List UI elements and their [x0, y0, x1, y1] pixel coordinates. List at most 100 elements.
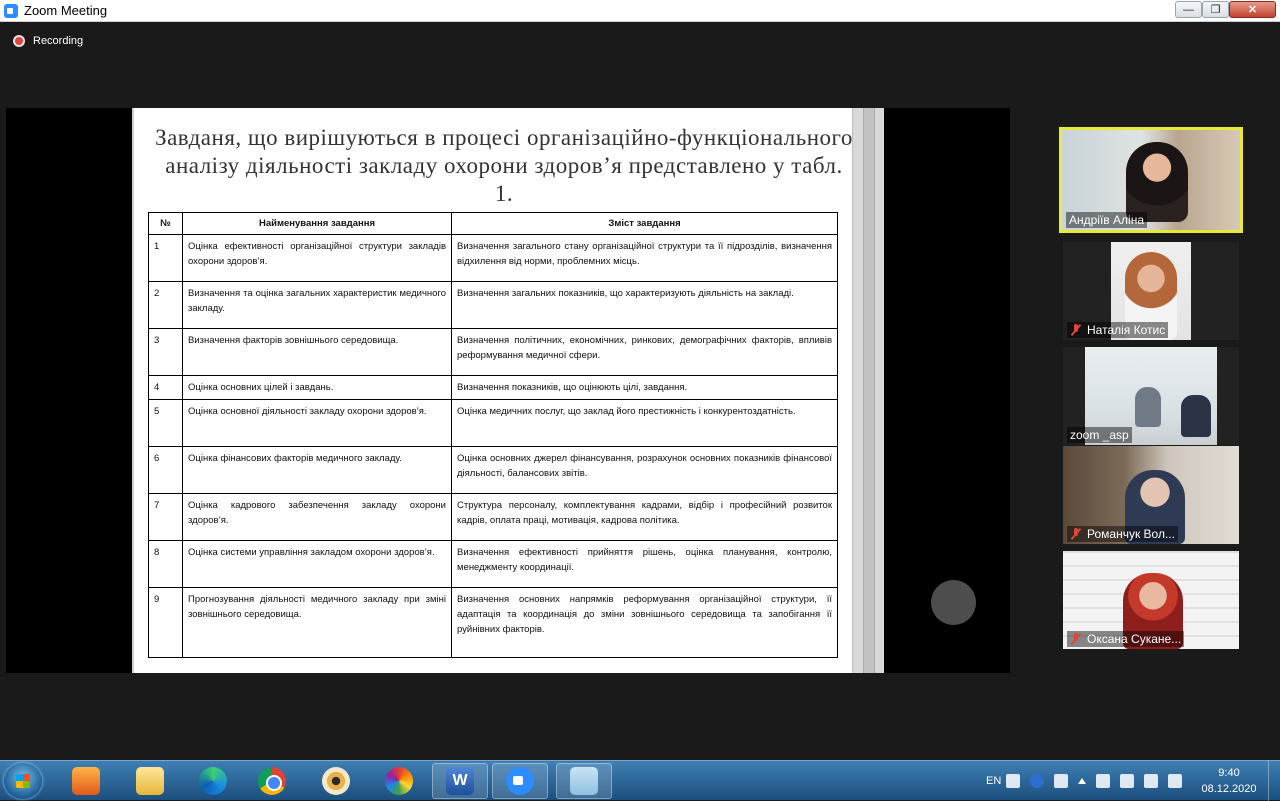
participant-figure [1181, 395, 1211, 437]
row-num: 2 [148, 281, 183, 329]
recording-indicator[interactable]: Recording [13, 35, 83, 47]
header-desc: Зміст завдання [451, 212, 838, 235]
row-name: Оцінка кадрового забезпечення закладу ох… [182, 493, 452, 541]
flag-icon[interactable] [1096, 774, 1111, 788]
participant-name: Наталія Котис [1067, 322, 1169, 338]
taskbar: W EN 9:40 08.12.2020 [0, 760, 1280, 801]
word-icon: W [446, 767, 474, 795]
header-name: Найменування завдання [182, 212, 452, 235]
row-desc: Визначення основних напрямків реформуван… [451, 587, 838, 658]
slide-title: Завданя, що вирішуються в процесі органі… [155, 125, 853, 206]
clock-time: 9:40 [1218, 767, 1240, 779]
table-row: 4 Оцінка основних цілей і завдань. Визна… [148, 375, 838, 400]
zoom-icon [506, 767, 534, 795]
row-desc: Визначення політичних, економічних, ринк… [451, 328, 838, 376]
zoom-app-icon [4, 3, 18, 18]
table-row: 6 Оцінка фінансових факторів медичного з… [148, 446, 838, 494]
table-row: 1 Оцінка ефективності організаційної стр… [148, 234, 838, 282]
mic-muted-icon [1070, 324, 1082, 336]
row-num: 3 [148, 328, 183, 376]
participant-tile-active[interactable]: Андріїв Аліна [1059, 127, 1243, 233]
participant-figure [1135, 387, 1161, 427]
close-button[interactable]: ✕ [1229, 1, 1276, 18]
taskbar-viewer[interactable] [308, 763, 364, 799]
participant-tile[interactable]: Романчук Вол... [1063, 446, 1239, 544]
row-desc: Визначення загального стану організаційн… [451, 234, 838, 282]
row-num: 1 [148, 234, 183, 282]
taskbar-zoom[interactable] [492, 763, 548, 799]
edge-icon [199, 767, 227, 795]
participant-figure [1126, 142, 1188, 222]
table-row: 9 Прогнозування діяльності медичного зак… [148, 587, 838, 658]
title-bar: Zoom Meeting [0, 0, 1280, 22]
participant-tile[interactable]: Оксана Сукане... [1063, 551, 1239, 649]
participant-name: Андріїв Аліна [1066, 212, 1147, 228]
participant-name: Романчук Вол... [1067, 526, 1178, 542]
row-desc: Структура персоналу, комплектування кадр… [451, 493, 838, 541]
eye-icon [322, 767, 350, 795]
pdf-tray-icon[interactable] [1006, 774, 1021, 788]
slide-page: Завданя, що вирішуються в процесі органі… [132, 108, 976, 673]
taskbar-explorer[interactable] [122, 763, 178, 799]
help-tray-icon[interactable] [1030, 774, 1045, 788]
pointer-highlight [931, 580, 976, 625]
row-desc: Визначення ефективності прийняття рішень… [451, 540, 838, 588]
row-num: 9 [148, 587, 183, 658]
row-num: 5 [148, 399, 183, 447]
clock-date: 08.12.2020 [1201, 783, 1257, 795]
minimize-button[interactable]: — [1175, 1, 1202, 18]
table-row: 3 Визначення факторів зовнішнього середо… [148, 328, 838, 376]
tasks-table: № Найменування завдання Зміст завдання 1… [148, 212, 838, 658]
header-num: № [148, 212, 183, 235]
row-name: Оцінка основної діяльності закладу охоро… [182, 399, 452, 447]
start-button[interactable] [4, 763, 42, 799]
participant-tile[interactable]: zoom _asp [1063, 347, 1239, 445]
row-num: 7 [148, 493, 183, 541]
row-num: 8 [148, 540, 183, 588]
row-desc: Оцінка медичних послуг, що заклад його п… [451, 399, 838, 447]
maximize-button[interactable]: ❐ [1202, 1, 1229, 18]
participant-name: Оксана Сукане... [1067, 631, 1185, 647]
participant-name: zoom _asp [1067, 427, 1132, 443]
row-name: Прогнозування діяльності медичного закла… [182, 587, 452, 658]
row-name: Оцінка ефективності організаційної струк… [182, 234, 452, 282]
shared-screen: Завданя, що вирішуються в процесі органі… [6, 108, 1010, 673]
meeting-area: Recording Завданя, що вирішуються в проц… [0, 22, 1280, 760]
row-name: Визначення та оцінка загальних характери… [182, 281, 452, 329]
network-icon[interactable] [1168, 774, 1183, 788]
row-name: Визначення факторів зовнішнього середови… [182, 328, 452, 376]
row-name: Оцінка фінансових факторів медичного зак… [182, 446, 452, 494]
row-desc: Визначення показників, що оцінюють цілі,… [451, 375, 838, 400]
table-row: 5 Оцінка основної діяльності закладу охо… [148, 399, 838, 447]
taskbar-word[interactable]: W [432, 763, 488, 799]
mic-muted-icon [1070, 633, 1082, 645]
language-indicator[interactable]: EN [986, 775, 1001, 787]
input-tray-icon[interactable] [1054, 774, 1069, 788]
row-name: Оцінка основних цілей і завдань. [182, 375, 452, 400]
participant-tile[interactable]: Наталія Котис [1063, 242, 1239, 340]
show-desktop-button[interactable] [1268, 761, 1280, 801]
taskbar-edge[interactable] [185, 763, 241, 799]
mic-muted-icon [1070, 528, 1082, 540]
chevron-up-icon[interactable] [1078, 778, 1087, 784]
taskbar-media-player[interactable] [58, 763, 114, 799]
taskbar-colors[interactable] [371, 763, 427, 799]
recording-label: Recording [33, 35, 84, 47]
volume-icon[interactable] [1144, 774, 1159, 788]
table-row: 8 Оцінка системи управління закладом охо… [148, 540, 838, 588]
row-num: 6 [148, 446, 183, 494]
taskbar-paint[interactable] [556, 763, 612, 799]
row-desc: Визначення загальних показників, що хара… [451, 281, 838, 329]
row-name: Оцінка системи управління закладом охоро… [182, 540, 452, 588]
slide-scrollbar[interactable] [852, 108, 884, 673]
table-row: 2 Визначення та оцінка загальних характе… [148, 281, 838, 329]
power-icon[interactable] [1120, 774, 1135, 788]
row-num: 4 [148, 375, 183, 400]
paint-icon [570, 767, 598, 795]
taskbar-chrome[interactable] [244, 763, 300, 799]
row-desc: Оцінка основних джерел фінансування, роз… [451, 446, 838, 494]
system-tray: EN [986, 761, 1187, 801]
clock[interactable]: 9:40 08.12.2020 [1198, 765, 1260, 797]
media-player-icon [72, 767, 100, 795]
chrome-icon [258, 767, 286, 795]
